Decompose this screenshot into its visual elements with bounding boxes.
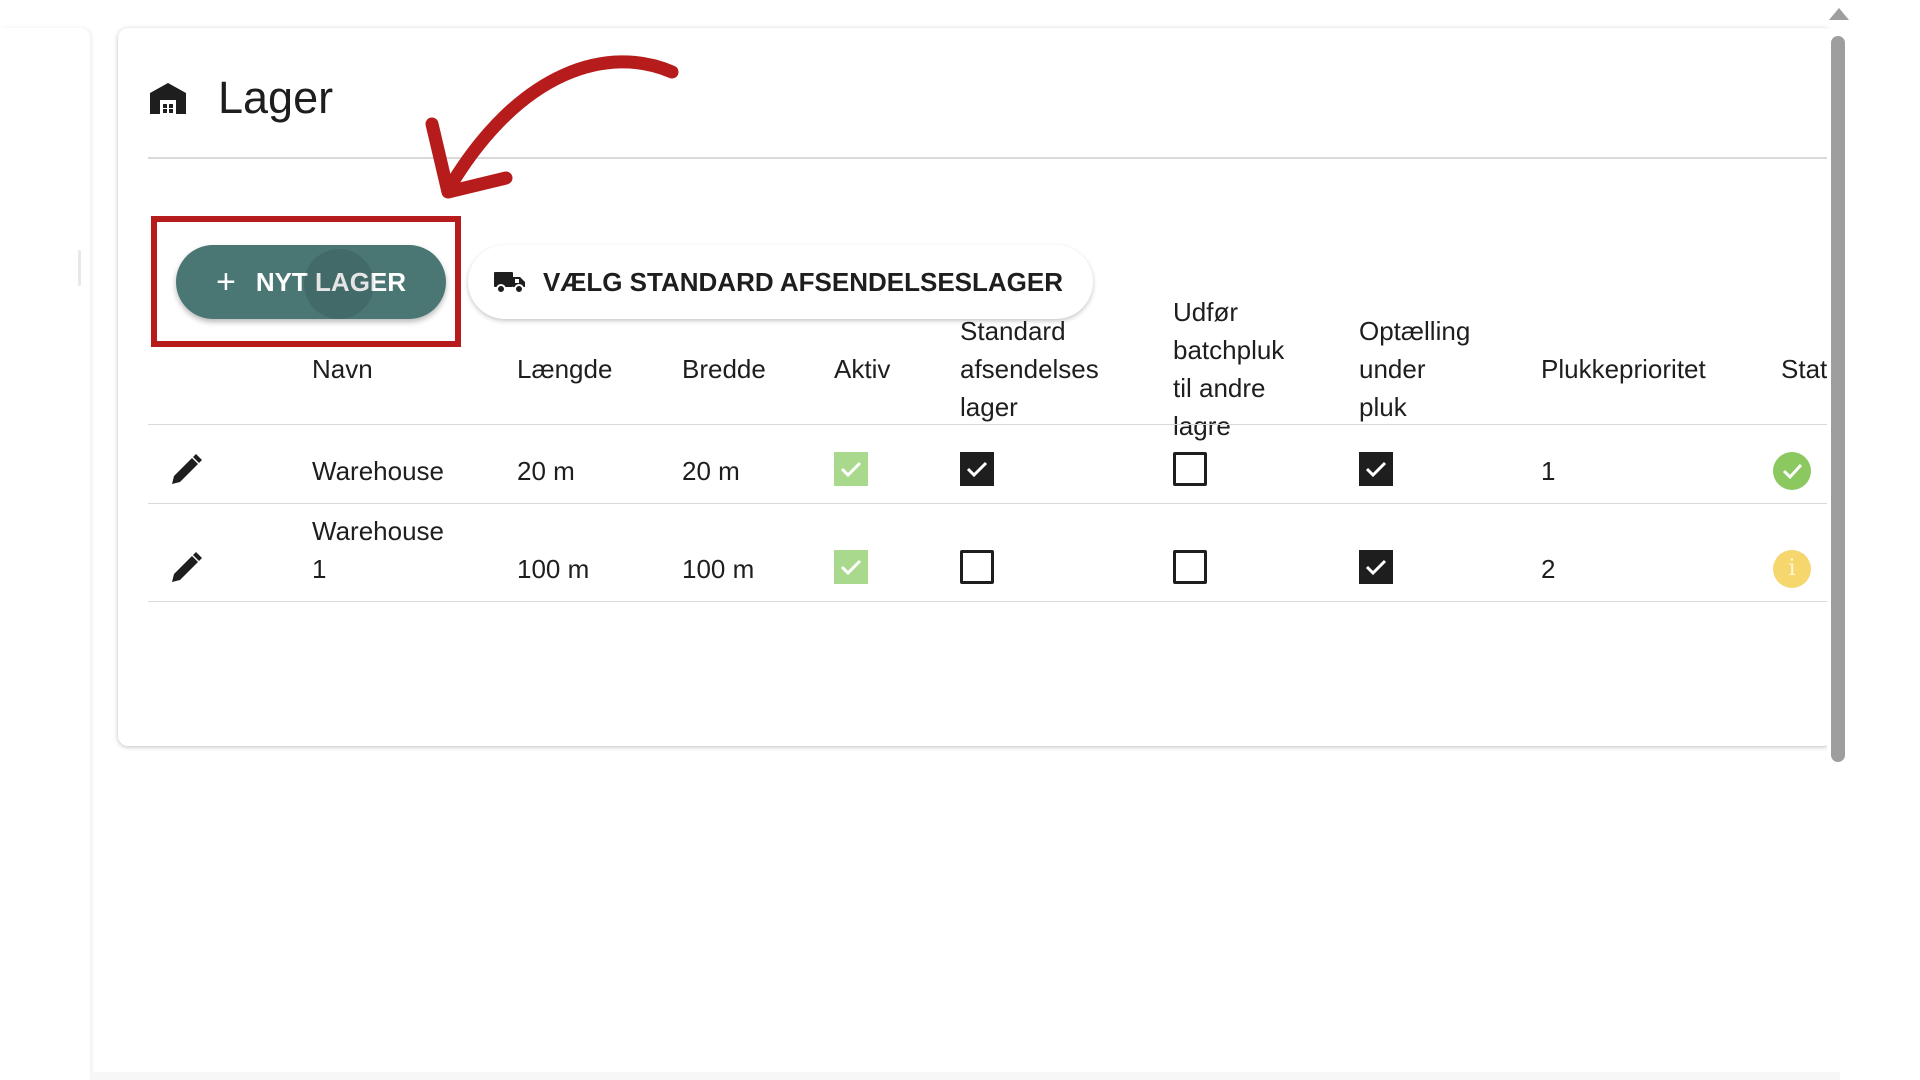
header-standard[interactable]: Standard afsendelses lager	[960, 312, 1099, 426]
row-divider	[148, 601, 1833, 602]
header-length[interactable]: Længde	[517, 350, 612, 388]
count-checkbox[interactable]	[1359, 550, 1393, 584]
check-icon	[1365, 559, 1387, 576]
scrollbar-thumb[interactable]	[1831, 36, 1845, 762]
standard-checkbox[interactable]	[960, 550, 994, 584]
cell-name-line: Warehouse	[312, 516, 444, 546]
edit-icon[interactable]	[166, 452, 204, 490]
check-icon	[966, 461, 988, 478]
check-icon	[840, 461, 862, 478]
annotation-arrow-icon	[425, 55, 679, 199]
standard-checkbox[interactable]	[960, 452, 994, 486]
header-count-line: Optælling	[1359, 316, 1471, 346]
warehouse-icon	[150, 83, 186, 114]
batch-checkbox[interactable]	[1173, 452, 1207, 486]
status-warning-icon: i	[1773, 550, 1811, 588]
warehouse-card: Lager + NYT LAGER VÆLG STANDARD AFSENDEL…	[118, 28, 1833, 746]
header-count-line: under	[1359, 354, 1426, 384]
header-active[interactable]: Aktiv	[834, 350, 890, 388]
header-standard-line: Standard	[960, 316, 1066, 346]
cell-length: 100 m	[517, 554, 590, 584]
header-standard-line: afsendelses	[960, 354, 1099, 384]
scroll-up-arrow-icon[interactable]	[1829, 8, 1849, 20]
cell-name: Warehouse	[312, 456, 444, 486]
header-batch-line: Udfør	[1173, 297, 1238, 327]
check-icon	[1365, 461, 1387, 478]
header-width[interactable]: Bredde	[682, 350, 766, 388]
highlight-box	[151, 216, 461, 347]
cell-priority: 1	[1541, 456, 1556, 486]
header-count[interactable]: Optælling under pluk	[1359, 312, 1470, 426]
active-checkbox[interactable]	[834, 452, 868, 486]
left-panel	[0, 28, 90, 1080]
header-standard-line: lager	[960, 392, 1018, 422]
header-name[interactable]: Navn	[312, 350, 373, 388]
batch-checkbox[interactable]	[1173, 550, 1207, 584]
cell-name-line: 1	[312, 554, 327, 584]
page-title: Lager	[218, 72, 334, 123]
header-batch-line: batchpluk	[1173, 335, 1285, 365]
choose-standard-warehouse-button[interactable]: VÆLG STANDARD AFSENDELSESLAGER	[468, 245, 1093, 319]
header-divider	[148, 157, 1833, 159]
row-divider	[148, 503, 1833, 504]
header-status[interactable]: Statu	[1781, 350, 1833, 388]
cell-width: 20 m	[682, 456, 740, 486]
cell-width: 100 m	[682, 554, 755, 584]
cell-length: 20 m	[517, 456, 575, 486]
cell-name: Warehouse 1	[312, 512, 444, 588]
status-ok-icon	[1773, 452, 1811, 490]
edit-icon[interactable]	[166, 550, 204, 588]
header-batch-line: lagre	[1173, 411, 1231, 441]
header-batch[interactable]: Udfør batchpluk til andre lagre	[1173, 293, 1284, 445]
header-count-line: pluk	[1359, 392, 1407, 422]
truck-icon	[494, 272, 525, 294]
count-checkbox[interactable]	[1359, 452, 1393, 486]
page-header: Lager	[148, 68, 333, 128]
page: Lager + NYT LAGER VÆLG STANDARD AFSENDEL…	[0, 0, 1920, 1080]
check-icon	[840, 559, 862, 576]
table-header-divider	[148, 424, 1833, 425]
choose-standard-warehouse-label: VÆLG STANDARD AFSENDELSESLAGER	[543, 266, 1064, 297]
header-batch-line: til andre	[1173, 373, 1266, 403]
header-priority[interactable]: Plukkeprioritet	[1541, 350, 1706, 388]
bottom-strip	[90, 1072, 1840, 1080]
cell-priority: 2	[1541, 554, 1556, 584]
active-checkbox[interactable]	[834, 550, 868, 584]
left-panel-handle[interactable]	[78, 250, 81, 286]
